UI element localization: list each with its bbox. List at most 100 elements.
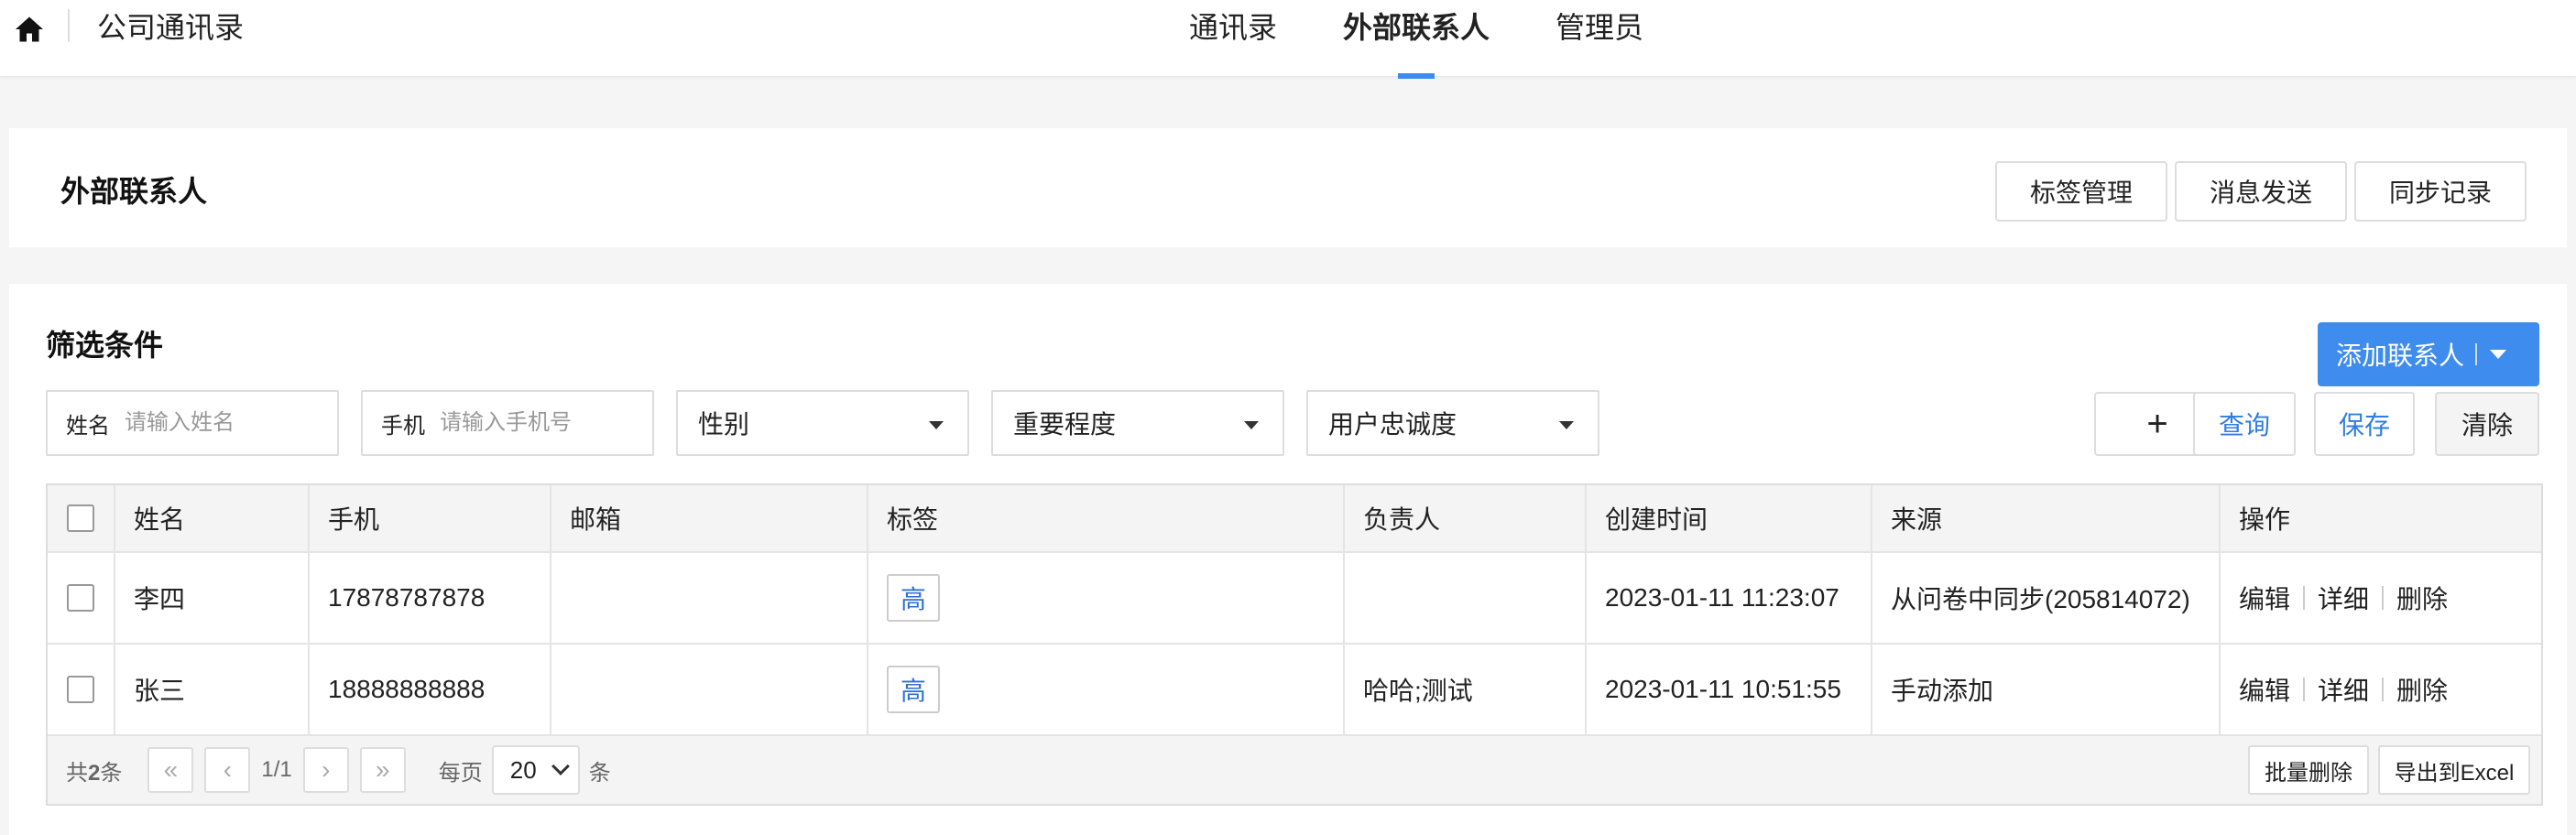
total-number: 2 xyxy=(88,760,101,786)
name-filter: 姓名 xyxy=(46,390,339,456)
cell-phone: 17878787878 xyxy=(310,553,551,643)
per-page-unit: 条 xyxy=(588,760,611,786)
divider xyxy=(2303,678,2306,701)
total-suffix: 条 xyxy=(100,760,123,786)
tag-management-button[interactable]: 标签管理 xyxy=(1995,161,2167,222)
filter-section-title: 筛选条件 xyxy=(46,329,164,362)
button-separator xyxy=(2475,343,2478,365)
table-row: 张三 18888888888 高 哈哈;测试 2023-01-11 10:51:… xyxy=(48,645,2541,736)
phone-input[interactable] xyxy=(440,410,623,436)
filter-and-list-panel: 筛选条件 添加联系人 姓名 手机 性别 重要程度 用户忠诚度 + 查询 保存 清… xyxy=(9,284,2567,835)
column-header-actions: 操作 xyxy=(2239,505,2291,534)
table-header-row: 姓名 手机 邮箱 标签 负责人 创建时间 来源 操作 xyxy=(48,485,2541,553)
prev-page-icon[interactable]: ‹ xyxy=(204,747,251,793)
chevron-down-icon xyxy=(551,757,570,775)
page-title: 外部联系人 xyxy=(60,175,208,208)
first-page-icon[interactable]: « xyxy=(147,747,194,793)
cell-name: 李四 xyxy=(115,553,310,643)
nav-tab-external-contacts[interactable]: 外部联系人 xyxy=(1310,0,1523,77)
nav-tab-directory[interactable]: 通讯录 xyxy=(1156,0,1310,77)
top-bar: 公司通讯录 通讯录 外部联系人 管理员 xyxy=(0,0,2576,77)
row-select-cell xyxy=(48,645,115,734)
save-button[interactable]: 保存 xyxy=(2314,392,2415,456)
column-header-owner: 负责人 xyxy=(1345,485,1587,551)
row-select-cell xyxy=(48,553,115,643)
clear-button[interactable]: 清除 xyxy=(2435,392,2539,456)
delete-link[interactable]: 删除 xyxy=(2396,580,2448,616)
loyalty-select-label: 用户忠诚度 xyxy=(1328,410,1457,439)
loyalty-select[interactable]: 用户忠诚度 xyxy=(1306,390,1599,456)
caret-down-icon xyxy=(1559,421,1574,429)
nav-tab-admin[interactable]: 管理员 xyxy=(1523,0,1676,77)
divider xyxy=(2382,678,2385,701)
total-prefix: 共 xyxy=(66,760,88,786)
cell-created: 2023-01-11 11:23:07 xyxy=(1587,553,1872,643)
column-header-email: 邮箱 xyxy=(551,485,868,551)
column-header-tags: 标签 xyxy=(868,485,1345,551)
cell-email xyxy=(551,645,868,734)
last-page-icon[interactable]: » xyxy=(359,747,406,793)
page-header: 外部联系人 标签管理 消息发送 同步记录 xyxy=(9,128,2567,247)
query-button[interactable]: 查询 xyxy=(2193,392,2296,456)
batch-delete-button[interactable]: 批量删除 xyxy=(2248,745,2369,795)
add-contact-label: 添加联系人 xyxy=(2336,342,2465,370)
phone-filter: 手机 xyxy=(361,390,654,456)
cell-owner: 哈哈;测试 xyxy=(1345,645,1587,734)
column-header-phone: 手机 xyxy=(310,485,551,551)
cell-actions: 编辑 详细 删除 xyxy=(2221,553,2541,643)
column-header-created: 创建时间 xyxy=(1587,485,1872,551)
edit-link[interactable]: 编辑 xyxy=(2239,671,2290,708)
cell-name: 张三 xyxy=(115,645,310,734)
gender-select[interactable]: 性别 xyxy=(676,390,969,456)
contacts-table: 姓名 手机 邮箱 标签 负责人 创建时间 来源 操作 李四 1787878787… xyxy=(46,483,2543,806)
top-nav: 通讯录 外部联系人 管理员 xyxy=(1156,0,1676,77)
add-contact-button[interactable]: 添加联系人 xyxy=(2318,322,2539,386)
tag-badge[interactable]: 高 xyxy=(887,574,940,622)
importance-select[interactable]: 重要程度 xyxy=(991,390,1284,456)
divider xyxy=(68,9,70,42)
cell-email xyxy=(551,553,868,643)
pagination-bar: 共2条 « ‹ 1/1 › » 每页 20 条 批量删除 导出到Excel xyxy=(48,736,2541,804)
name-filter-label: 姓名 xyxy=(66,413,110,439)
gender-select-label: 性别 xyxy=(698,410,750,439)
row-checkbox[interactable] xyxy=(67,676,94,703)
detail-link[interactable]: 详细 xyxy=(2318,580,2369,616)
caret-down-icon xyxy=(1244,421,1259,429)
cell-tags: 高 xyxy=(868,553,1345,643)
cell-created: 2023-01-11 10:51:55 xyxy=(1587,645,1872,734)
tag-badge[interactable]: 高 xyxy=(887,666,940,713)
divider xyxy=(2382,586,2385,610)
edit-link[interactable]: 编辑 xyxy=(2239,580,2290,616)
phone-filter-label: 手机 xyxy=(381,413,425,439)
home-icon[interactable] xyxy=(13,13,46,46)
row-checkbox[interactable] xyxy=(67,584,94,612)
importance-select-label: 重要程度 xyxy=(1013,410,1117,439)
per-page-select[interactable]: 20 xyxy=(491,745,580,795)
per-page-value: 20 xyxy=(509,755,537,784)
column-header-name: 姓名 xyxy=(115,485,310,551)
delete-link[interactable]: 删除 xyxy=(2396,671,2448,708)
cell-tags: 高 xyxy=(868,645,1345,734)
per-page-label: 每页 xyxy=(438,760,483,786)
next-page-icon[interactable]: › xyxy=(302,747,349,793)
detail-link[interactable]: 详细 xyxy=(2318,671,2369,708)
send-message-button[interactable]: 消息发送 xyxy=(2175,161,2347,222)
caret-down-icon[interactable] xyxy=(2490,350,2507,359)
cell-source: 手动添加 xyxy=(1872,645,2221,734)
cell-owner xyxy=(1345,553,1587,643)
name-input[interactable] xyxy=(125,410,308,436)
page-info: 1/1 xyxy=(261,757,292,782)
sync-records-button[interactable]: 同步记录 xyxy=(2354,161,2527,222)
table-row: 李四 17878787878 高 2023-01-11 11:23:07 从问卷… xyxy=(48,553,2541,645)
caret-down-icon xyxy=(929,421,944,429)
total-count: 共2条 xyxy=(66,754,122,786)
cell-actions: 编辑 详细 删除 xyxy=(2221,645,2541,734)
cell-source: 从问卷中同步(205814072) xyxy=(1872,553,2221,643)
select-all-checkbox[interactable] xyxy=(67,504,94,532)
column-header-source: 来源 xyxy=(1872,485,2221,551)
cell-phone: 18888888888 xyxy=(310,645,551,734)
select-all-cell xyxy=(48,485,115,551)
app-title: 公司通讯录 xyxy=(97,11,245,44)
export-excel-button[interactable]: 导出到Excel xyxy=(2378,745,2530,795)
divider xyxy=(2303,586,2306,610)
